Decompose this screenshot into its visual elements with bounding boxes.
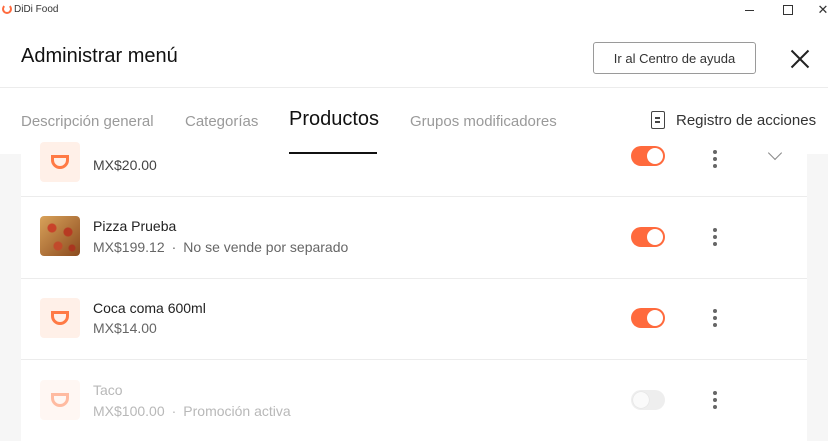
more-options-icon[interactable] <box>711 390 719 410</box>
tab-categories[interactable]: Categorías <box>185 113 258 130</box>
didi-logo-icon <box>51 155 69 169</box>
product-price: MX$100.00 <box>93 403 165 419</box>
separator-dot: · <box>171 239 177 255</box>
maximize-icon[interactable] <box>773 0 803 20</box>
availability-toggle[interactable] <box>631 227 665 247</box>
didi-logo-icon <box>2 4 12 14</box>
product-name: Coca coma 600ml <box>93 300 206 316</box>
close-icon[interactable] <box>788 47 812 71</box>
product-name: Taco <box>93 382 123 398</box>
tab-products[interactable]: Productos <box>289 108 379 131</box>
tabs-divider <box>0 87 828 88</box>
more-options-icon[interactable] <box>711 227 719 247</box>
product-thumbnail <box>40 142 80 182</box>
product-price: MX$199.12 <box>93 239 165 255</box>
chevron-down-icon[interactable] <box>767 145 783 161</box>
list-item[interactable]: Coca coma 600ml MX$14.00 <box>21 279 807 359</box>
list-item[interactable]: Taco MX$100.00 · Promoción activa <box>21 360 807 441</box>
more-options-icon[interactable] <box>711 308 719 328</box>
action-log-button[interactable]: Registro de acciones <box>651 111 816 129</box>
window-close-icon[interactable]: ✕ <box>808 0 828 20</box>
product-list: MX$20.00 Pizza Prueba MX$199.12 · No se ve… <box>0 142 828 441</box>
minimize-icon[interactable] <box>734 0 764 20</box>
product-name: Pizza Prueba <box>93 218 177 234</box>
tab-general[interactable]: Descripción general <box>21 113 154 130</box>
didi-logo-icon <box>51 311 69 325</box>
action-log-label: Registro de acciones <box>676 111 817 129</box>
more-options-icon[interactable] <box>711 149 719 169</box>
document-icon <box>651 111 665 129</box>
separator-dot: · <box>171 403 177 419</box>
tab-modifier-groups[interactable]: Grupos modificadores <box>410 113 557 130</box>
product-meta: MX$100.00 · Promoción activa <box>93 403 291 419</box>
list-item[interactable]: Pizza Prueba MX$199.12 · No se vende por s… <box>21 197 807 278</box>
list-item[interactable]: MX$20.00 <box>21 142 807 196</box>
availability-toggle[interactable] <box>631 146 665 166</box>
product-note: No se vende por separado <box>183 239 349 255</box>
availability-toggle[interactable] <box>631 308 665 328</box>
window-titlebar: DiDi Food ✕ <box>0 0 828 20</box>
pizza-thumbnail <box>40 216 80 256</box>
product-price: MX$20.00 <box>93 157 157 173</box>
didi-logo-icon <box>51 393 69 407</box>
product-note: Promoción activa <box>183 403 291 419</box>
help-center-button[interactable]: Ir al Centro de ayuda <box>593 42 756 74</box>
availability-toggle[interactable] <box>631 390 665 410</box>
app-title: DiDi Food <box>14 4 59 15</box>
product-thumbnail <box>40 380 80 420</box>
product-meta: MX$199.12 · No se vende por separado <box>93 239 348 255</box>
page-title: Administrar menú <box>21 45 178 67</box>
product-price: MX$14.00 <box>93 320 157 336</box>
product-thumbnail <box>40 298 80 338</box>
